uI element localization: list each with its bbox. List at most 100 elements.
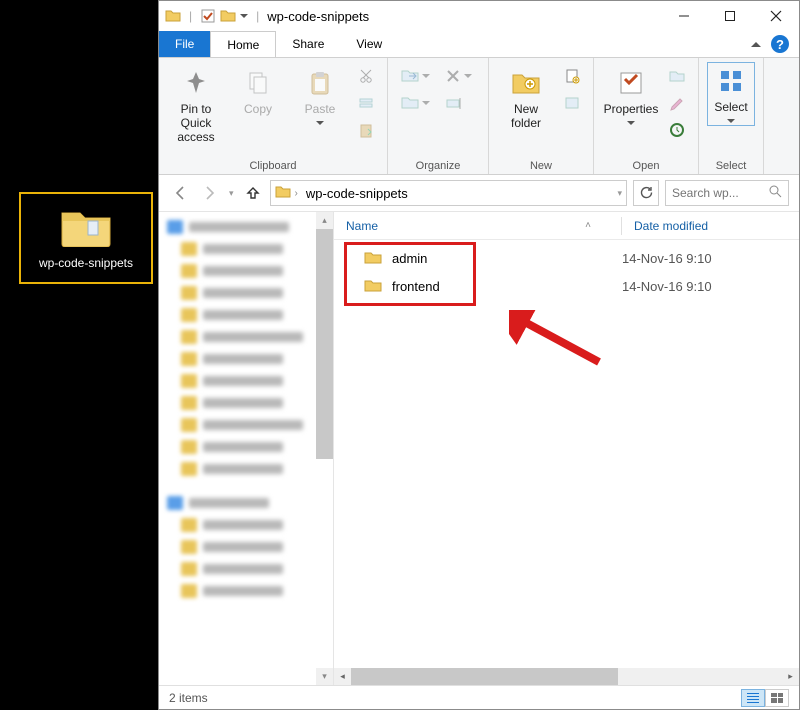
column-name[interactable]: Name ˄	[346, 219, 621, 233]
back-button[interactable]	[169, 182, 191, 204]
edit-button[interactable]	[664, 91, 690, 115]
file-date: 14-Nov-16 9:10	[622, 279, 712, 294]
titlebar: | | wp-code-snippets	[159, 1, 799, 31]
cut-button[interactable]	[353, 64, 379, 88]
chevron-right-icon[interactable]: ›	[295, 188, 298, 199]
sidebar-scrollbar[interactable]: ▴ ▾	[316, 212, 333, 685]
help-icon[interactable]: ?	[771, 35, 789, 53]
select-label: Select	[714, 101, 747, 115]
desktop: wp-code-snippets	[0, 0, 158, 710]
group-label-clipboard: Clipboard	[167, 156, 379, 172]
desktop-folder-label: wp-code-snippets	[39, 256, 133, 270]
copy-label: Copy	[244, 103, 272, 117]
separator: |	[256, 9, 259, 23]
file-date: 14-Nov-16 9:10	[622, 251, 712, 266]
scroll-thumb[interactable]	[351, 668, 618, 685]
folder-icon	[220, 8, 236, 24]
close-button[interactable]	[753, 1, 799, 31]
column-name-label: Name	[346, 219, 378, 233]
paste-icon	[304, 67, 336, 99]
tab-home[interactable]: Home	[210, 31, 276, 57]
copy-button[interactable]: Copy	[229, 62, 287, 122]
history-button[interactable]	[664, 118, 690, 142]
ribbon-tabs: File Home Share View ?	[159, 31, 799, 57]
group-label-new: New	[497, 156, 585, 172]
copy-to-button[interactable]	[396, 91, 436, 115]
scroll-left-icon[interactable]: ◂	[334, 668, 351, 685]
search-input[interactable]	[672, 186, 763, 200]
ribbon: Pin to Quick access Copy Paste	[159, 57, 799, 175]
rename-button[interactable]	[440, 91, 480, 115]
details-view-button[interactable]	[741, 689, 765, 707]
status-bar: 2 items	[159, 685, 799, 709]
navigation-pane[interactable]: ▴ ▾	[159, 212, 334, 685]
properties-checkbox-icon[interactable]	[200, 8, 216, 24]
search-box[interactable]	[665, 180, 789, 206]
pin-icon	[180, 67, 212, 99]
group-label-open: Open	[602, 156, 690, 172]
column-date[interactable]: Date modified	[634, 219, 708, 233]
scroll-thumb[interactable]	[316, 229, 333, 459]
desktop-folder-wp-code-snippets[interactable]: wp-code-snippets	[19, 192, 153, 284]
new-item-button[interactable]	[559, 64, 585, 88]
scroll-right-icon[interactable]: ▸	[782, 668, 799, 685]
item-count: 2 items	[169, 691, 208, 705]
copy-path-button[interactable]	[353, 91, 379, 115]
copy-icon	[242, 67, 274, 99]
column-separator[interactable]	[621, 217, 622, 235]
forward-button[interactable]	[199, 182, 221, 204]
breadcrumb-segment[interactable]: wp-code-snippets	[302, 184, 412, 203]
chevron-down-icon	[727, 119, 735, 123]
horizontal-scrollbar[interactable]: ◂ ▸	[334, 668, 799, 685]
refresh-button[interactable]	[633, 180, 659, 206]
address-bar[interactable]: › wp-code-snippets ▾	[270, 180, 627, 206]
scroll-up-icon[interactable]: ▴	[316, 212, 333, 229]
delete-button[interactable]	[440, 64, 480, 88]
breadcrumb-text: wp-code-snippets	[306, 186, 408, 201]
minimize-button[interactable]	[661, 1, 707, 31]
search-icon	[769, 185, 782, 201]
group-label-organize: Organize	[396, 156, 480, 172]
folder-icon	[60, 207, 112, 252]
pin-label: Pin to Quick access	[170, 103, 222, 144]
collapse-ribbon-icon[interactable]	[751, 42, 761, 47]
window-title: wp-code-snippets	[263, 9, 369, 24]
navigation-bar: ▾ › wp-code-snippets ▾	[159, 175, 799, 211]
up-button[interactable]	[242, 182, 264, 204]
column-headers: Name ˄ Date modified	[334, 212, 799, 240]
separator: |	[189, 9, 192, 23]
scroll-down-icon[interactable]: ▾	[316, 668, 333, 685]
icons-view-button[interactable]	[765, 689, 789, 707]
maximize-button[interactable]	[707, 1, 753, 31]
chevron-down-icon	[316, 121, 324, 125]
file-list: admin 14-Nov-16 9:10 frontend 14-Nov-16 …	[334, 240, 799, 668]
select-icon	[715, 65, 747, 97]
tab-file[interactable]: File	[159, 31, 210, 57]
chevron-down-icon	[627, 121, 635, 125]
new-folder-button[interactable]: New folder	[497, 62, 555, 136]
tab-view[interactable]: View	[340, 31, 398, 57]
pin-to-quick-access-button[interactable]: Pin to Quick access	[167, 62, 225, 149]
paste-label: Paste	[305, 103, 336, 117]
easy-access-button[interactable]	[559, 91, 585, 115]
new-folder-label: New folder	[511, 103, 541, 131]
folder-icon	[165, 8, 181, 24]
properties-label: Properties	[604, 103, 659, 117]
qat-dropdown-icon[interactable]	[240, 14, 248, 18]
explorer-window: | | wp-code-snippets File Home Share Vie…	[158, 0, 800, 710]
new-folder-icon	[510, 67, 542, 99]
properties-icon	[615, 67, 647, 99]
paste-button[interactable]: Paste	[291, 62, 349, 130]
annotation-arrow	[509, 310, 609, 370]
group-label-select: Select	[707, 156, 755, 172]
open-button[interactable]	[664, 64, 690, 88]
quick-access-toolbar: | |	[159, 8, 263, 24]
tab-share[interactable]: Share	[276, 31, 340, 57]
paste-shortcut-button[interactable]	[353, 118, 379, 142]
properties-button[interactable]: Properties	[602, 62, 660, 130]
address-dropdown-icon[interactable]: ▾	[617, 188, 622, 199]
history-dropdown-icon[interactable]: ▾	[229, 188, 234, 199]
annotation-highlight	[344, 242, 476, 306]
select-button[interactable]: Select	[707, 62, 755, 126]
move-to-button[interactable]	[396, 64, 436, 88]
